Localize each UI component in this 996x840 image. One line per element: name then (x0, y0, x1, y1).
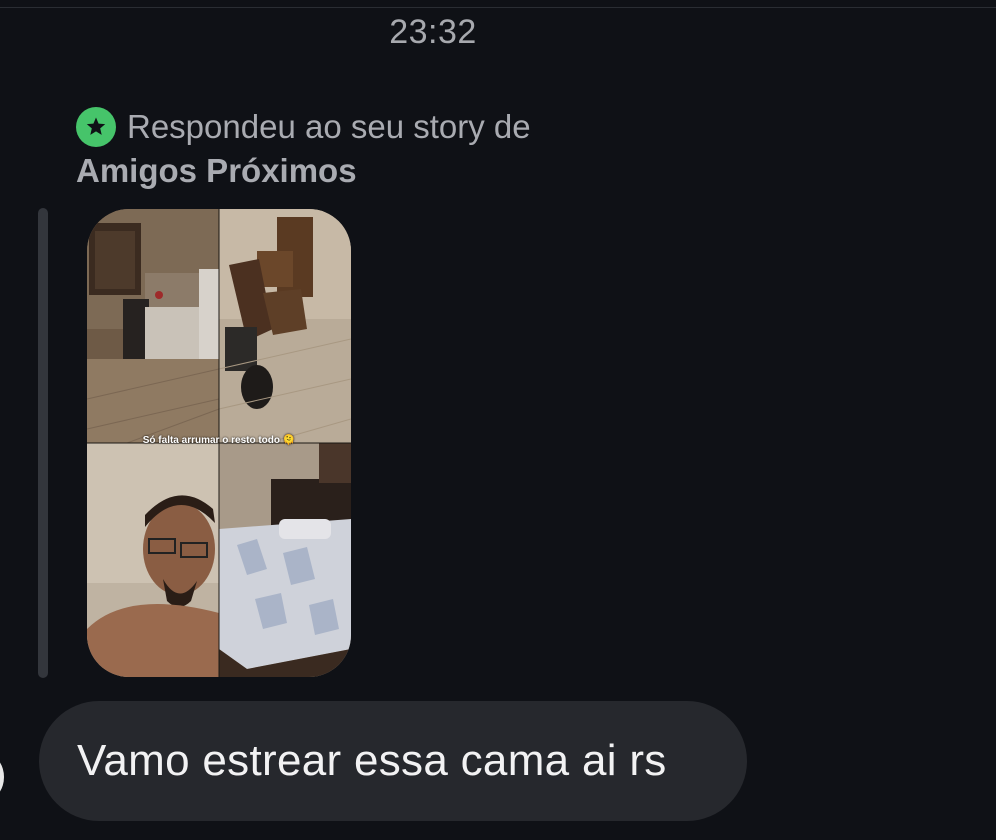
top-divider (0, 7, 996, 8)
story-reply-context: Respondeu ao seu story de Amigos Próximo… (76, 107, 531, 190)
reply-quote-bar (38, 208, 48, 678)
close-friends-label: Amigos Próximos (76, 152, 357, 189)
message-text: Vamo estrear essa cama ai rs (77, 736, 667, 785)
story-photo-kitchen (87, 209, 220, 444)
message-bubble[interactable]: Vamo estrear essa cama ai rs (39, 701, 747, 821)
story-thumbnail[interactable]: Só falta arrumar o resto todo 🫠 (87, 209, 351, 677)
message-timestamp: 23:32 (389, 13, 477, 51)
avatar (0, 755, 4, 799)
story-caption: Só falta arrumar o resto todo 🫠 (142, 435, 296, 446)
story-photo-bed (219, 443, 351, 677)
story-photo-furniture (218, 209, 351, 444)
reply-context-text: Respondeu ao seu story de (127, 108, 531, 145)
star-icon (76, 107, 116, 147)
reply-context-line: Respondeu ao seu story de (76, 107, 531, 147)
chat-screen: 23:32 Respondeu ao seu story de Amigos P… (0, 0, 996, 840)
story-photo-selfie (87, 443, 219, 677)
